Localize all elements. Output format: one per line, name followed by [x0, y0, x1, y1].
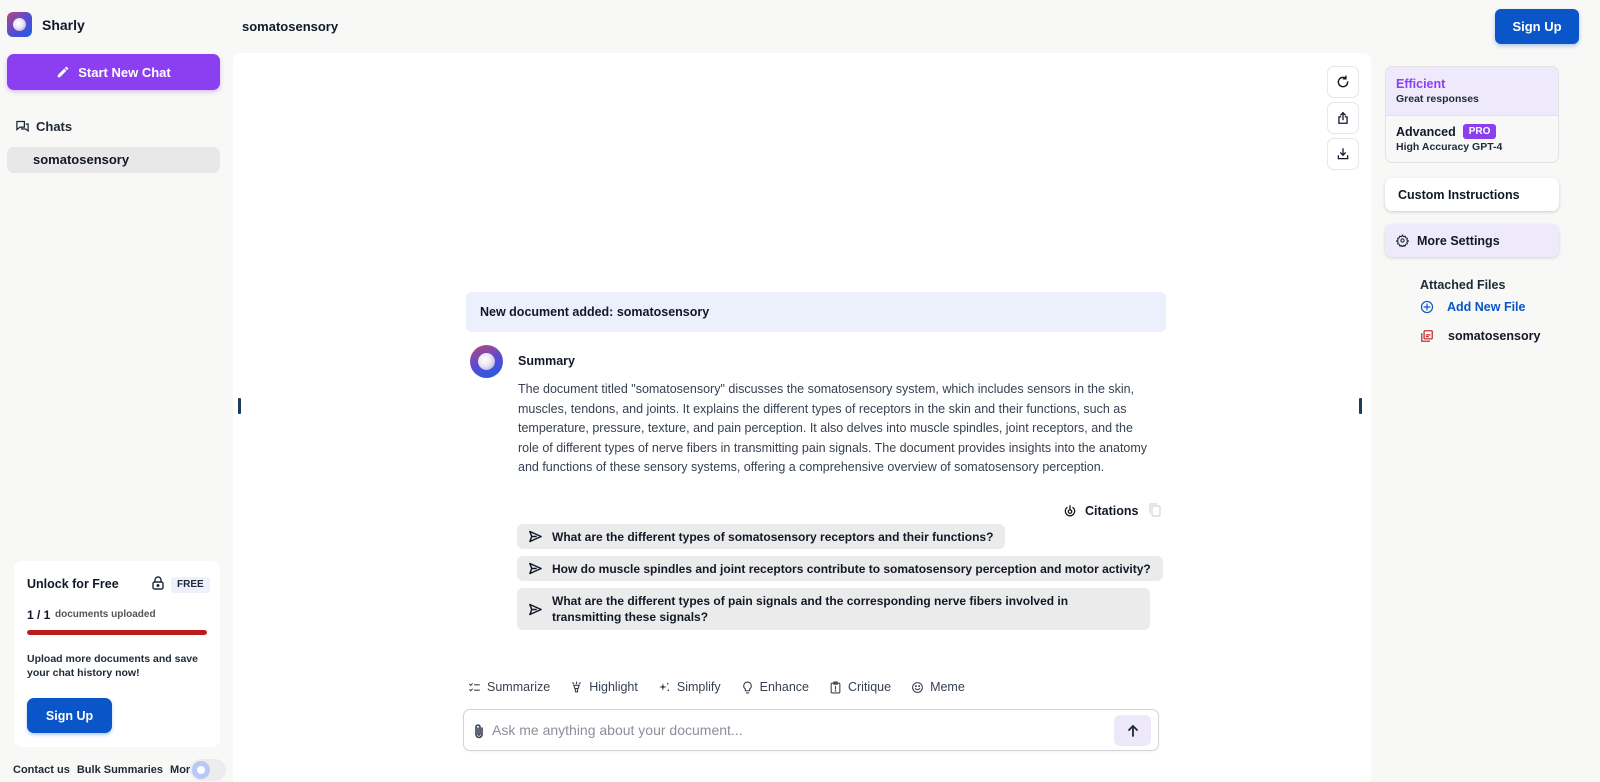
attached-file-name: somatosensory	[1448, 329, 1541, 343]
assistant-avatar	[470, 345, 503, 378]
send-arrow-icon	[529, 530, 542, 543]
document-added-notice: New document added: somatosensory	[466, 292, 1166, 332]
suggested-question[interactable]: How do muscle spindles and joint recepto…	[517, 556, 1163, 581]
more-settings-button[interactable]: More Settings	[1385, 224, 1559, 257]
suggested-question-text: What are the different types of somatose…	[552, 529, 994, 544]
chat-input-container	[463, 709, 1159, 751]
critique-tool[interactable]: Critique	[829, 680, 891, 694]
unlock-title: Unlock for Free	[27, 577, 119, 591]
summary-text: The document titled "somatosensory" disc…	[518, 382, 1148, 474]
pdf-file-icon	[1421, 330, 1433, 342]
upload-progress-bar	[27, 630, 207, 635]
footer-links: Contact us Bulk Summaries More	[13, 764, 196, 776]
model-option-efficient[interactable]: Efficient Great responses	[1386, 67, 1558, 116]
model-description: Great responses	[1396, 93, 1479, 105]
lightbulb-icon	[742, 681, 752, 693]
highlight-tool[interactable]: Highlight	[570, 680, 638, 694]
document-title: somatosensory	[242, 19, 339, 34]
logo-icon	[7, 12, 32, 37]
suggested-question-text: How do muscle spindles and joint recepto…	[552, 561, 1151, 576]
model-description: High Accuracy GPT-4	[1396, 141, 1503, 153]
left-resize-handle[interactable]	[238, 398, 241, 414]
doc-count-label: documents uploaded	[55, 609, 156, 620]
unlock-message: Upload more documents and save your chat…	[27, 653, 198, 679]
start-new-chat-label: Start New Chat	[78, 64, 171, 80]
plus-circle-icon	[1420, 300, 1434, 314]
sidebar: Sharly Start New Chat Chats somatosensor…	[0, 0, 230, 782]
doc-count: 1 / 1	[27, 608, 51, 622]
download-icon	[1337, 148, 1349, 160]
download-button[interactable]	[1327, 138, 1359, 170]
pro-badge: PRO	[1462, 124, 1497, 139]
add-new-file-button[interactable]: Add New File	[1420, 300, 1525, 314]
suggested-question-text: What are the different types of pain sig…	[552, 594, 1069, 624]
share-button[interactable]	[1327, 102, 1359, 134]
lock-icon	[152, 576, 164, 590]
chats-heading: Chats	[15, 119, 72, 134]
clipboard-alert-icon	[830, 681, 841, 693]
summary-heading: Summary	[518, 354, 575, 368]
sidebar-sign-up-button[interactable]: Sign Up	[27, 698, 112, 733]
citations-icon	[1064, 505, 1076, 517]
unlock-card: Unlock for Free FREE 1 / 1 documents upl…	[14, 561, 220, 747]
app-name: Sharly	[42, 16, 85, 33]
start-new-chat-button[interactable]: Start New Chat	[7, 54, 220, 90]
citations-button[interactable]: Citations	[1063, 504, 1138, 518]
checklist-icon	[469, 682, 480, 692]
simplify-label: Simplify	[676, 680, 721, 694]
suggested-question[interactable]: What are the different types of pain sig…	[517, 588, 1150, 630]
model-name: Advanced	[1396, 124, 1456, 139]
meme-label: Meme	[930, 680, 965, 694]
send-arrow-icon	[529, 562, 542, 575]
arrow-up-icon	[1127, 724, 1138, 737]
send-button[interactable]	[1114, 715, 1151, 746]
sparkle-icon	[658, 682, 669, 691]
custom-instructions-button[interactable]: Custom Instructions	[1385, 178, 1559, 211]
right-resize-handle[interactable]	[1359, 398, 1362, 414]
more-settings-label: More Settings	[1417, 233, 1500, 248]
pencil-icon	[58, 66, 69, 78]
attached-file[interactable]: somatosensory	[1420, 329, 1540, 343]
citations-label: Citations	[1085, 504, 1139, 518]
simplify-tool[interactable]: Simplify	[658, 680, 721, 694]
critique-label: Critique	[847, 680, 892, 694]
summarize-tool[interactable]: Summarize	[468, 680, 550, 694]
refresh-icon	[1337, 75, 1349, 88]
gear-icon	[1396, 234, 1409, 247]
copy-icon[interactable]	[1149, 503, 1161, 517]
refresh-button[interactable]	[1327, 66, 1359, 98]
theme-toggle[interactable]	[190, 759, 226, 781]
enhance-tool[interactable]: Enhance	[741, 680, 809, 694]
share-icon	[1338, 111, 1348, 124]
attached-files-heading: Attached Files	[1420, 278, 1506, 292]
header-sign-up-button[interactable]: Sign Up	[1495, 9, 1579, 44]
upload-progress-fill	[27, 630, 207, 635]
meme-tool[interactable]: Meme	[911, 680, 965, 694]
contact-us-link[interactable]: Contact us	[13, 764, 70, 776]
model-name: Efficient	[1396, 77, 1446, 91]
chat-panel: New document added: somatosensory Summar…	[233, 53, 1371, 782]
tool-bar: Summarize Highlight Simplify Enhance Cri…	[468, 680, 965, 694]
bulk-summaries-link[interactable]: Bulk Summaries	[77, 764, 163, 776]
brand[interactable]: Sharly	[7, 12, 85, 37]
model-option-advanced[interactable]: Advanced PRO High Accuracy GPT-4	[1386, 117, 1558, 162]
sun-icon	[192, 761, 210, 779]
smiley-icon	[912, 681, 923, 693]
highlight-label: Highlight	[589, 680, 638, 694]
free-badge: FREE	[171, 577, 210, 593]
model-selector: Efficient Great responses Advanced PRO H…	[1385, 66, 1559, 163]
chat-bubbles-icon	[16, 120, 29, 133]
enhance-label: Enhance	[759, 680, 809, 694]
chat-item[interactable]: somatosensory	[7, 147, 220, 173]
suggested-question[interactable]: What are the different types of somatose…	[517, 524, 1006, 549]
chats-heading-label: Chats	[36, 119, 73, 134]
highlight-icon	[572, 681, 582, 692]
chat-input[interactable]	[492, 716, 1102, 744]
paperclip-icon[interactable]	[472, 723, 486, 739]
add-new-file-label: Add New File	[1447, 300, 1526, 314]
summarize-label: Summarize	[487, 680, 551, 694]
send-arrow-icon	[529, 603, 542, 615]
